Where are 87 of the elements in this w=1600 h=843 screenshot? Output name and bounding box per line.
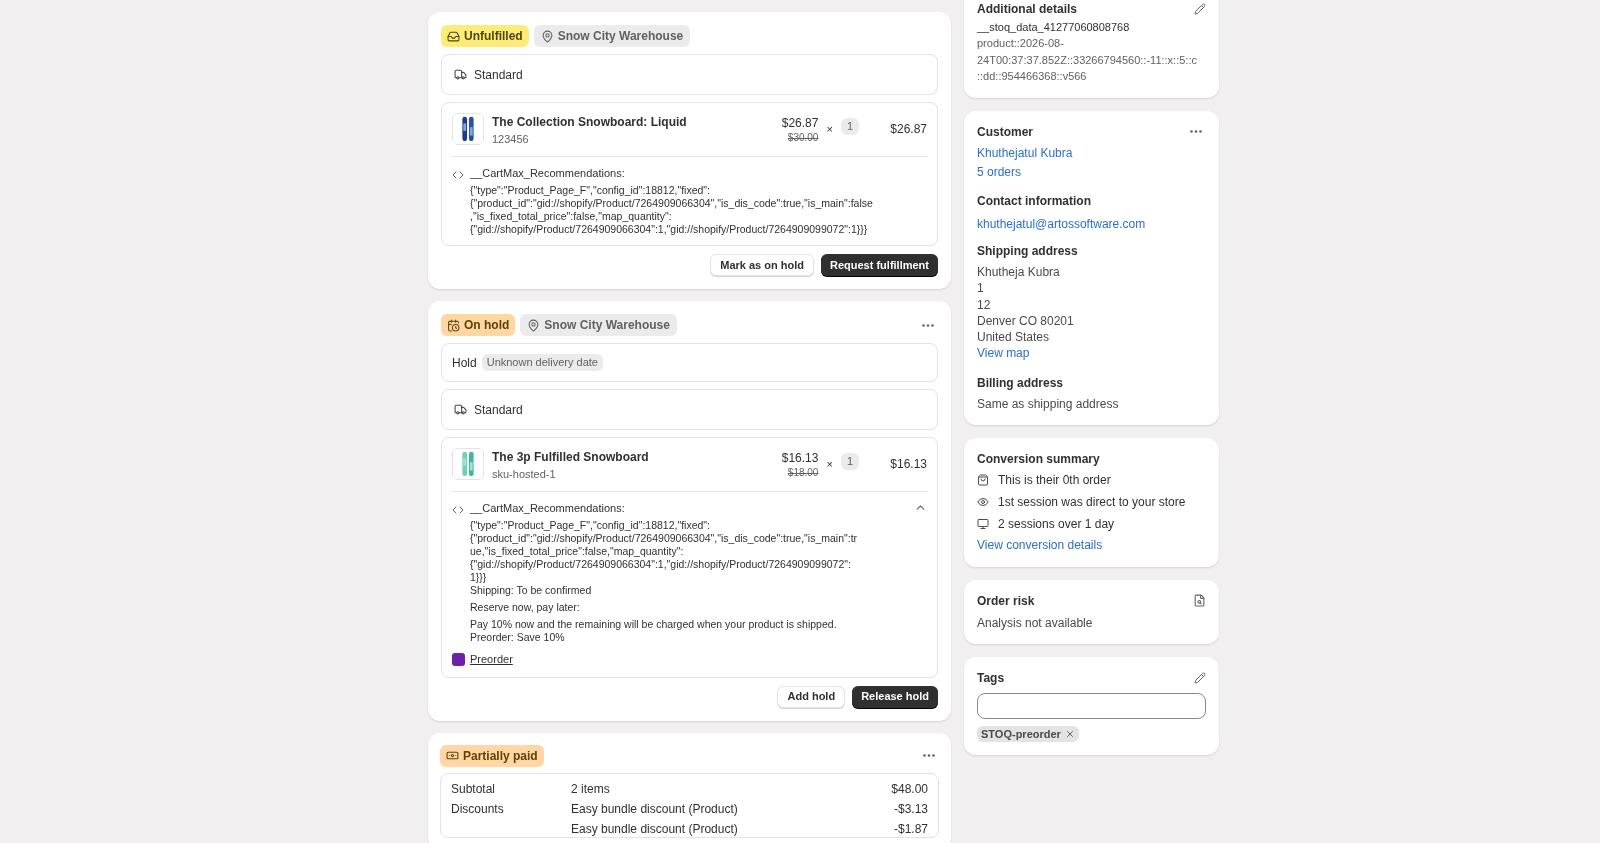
product-title[interactable]: The 3p Fulfilled Snowboard	[492, 448, 774, 466]
summary-label: Discounts	[451, 800, 505, 817]
conversion-details-link[interactable]: View conversion details	[977, 537, 1206, 554]
delivery-method: Standard	[474, 66, 523, 84]
truck-icon	[454, 68, 467, 81]
edit-button[interactable]	[1194, 672, 1206, 685]
section-heading: Billing address	[977, 375, 1065, 391]
truck-icon	[454, 403, 467, 416]
edit-button[interactable]	[1194, 3, 1206, 15]
shipping-address: Khutheja Kubra 1 12 Denver CO 80201 United States	[977, 264, 1075, 346]
delivery-method: Standard	[474, 401, 523, 419]
ellipsis-icon	[1190, 130, 1202, 133]
code-icon	[452, 169, 464, 181]
property-value: {"type":"Product_Page_F","config_id":18812,"fixed": {"product_id":"gid://shopify/Product/7264909066304","is_dis_code":true,"is_main":tr ue,"is_fixed_total_price":false,"map_quantity": {"gid://shopify/Product/7264909066304":1,"gid://shopify/Product/7264909099072": 1}}} Shipping: To be confirmed	[470, 519, 859, 597]
summary-label: Subtotal	[451, 780, 497, 797]
unit-price: $16.13	[781, 450, 819, 466]
monitor-icon	[977, 518, 989, 531]
summary-description: Easy bundle discount (Product)	[571, 820, 739, 837]
summary-amount: -$1.87	[893, 820, 928, 837]
property-key: __CartMax_Recommendations:	[470, 501, 908, 515]
app-link[interactable]: Preorder	[470, 651, 513, 668]
conversion-text: 2 sessions over 1 day	[998, 516, 1115, 533]
risk-text: Analysis not available	[977, 615, 1094, 632]
section-heading: Customer	[977, 123, 1033, 140]
property-value: {"type":"Product_Page_F","config_id":18812,"fixed": {"product_id":"gid://shopify/Product/7264909066304","is_dis_code":true,"is_main":false ,"is_fixed_total_price":false,"map_quantity": {"gid://shopify/Product/7264909066304":1,"gid://shopify/Product/7264909099072":1}}}	[470, 184, 874, 236]
quantity-badge: 1	[840, 118, 859, 135]
action-button[interactable]: Release hold	[852, 685, 938, 708]
line-total: $16.13	[889, 456, 927, 473]
line-total: $26.87	[889, 121, 927, 138]
multiply-sign: ×	[826, 122, 833, 137]
section-heading: Contact information	[977, 192, 1092, 209]
section-heading: Conversion summary	[977, 451, 1101, 468]
summary-amount: -$3.13	[893, 800, 928, 817]
eye-icon	[977, 496, 989, 509]
code-icon	[452, 504, 464, 516]
hold-label: Hold	[452, 354, 477, 372]
location-pin-icon	[527, 318, 541, 332]
section-heading: Tags	[977, 670, 1005, 687]
section-heading: Shipping address	[977, 243, 1079, 259]
app-logo-icon	[452, 652, 465, 666]
banknote-icon	[446, 749, 459, 762]
ellipsis-icon	[922, 323, 934, 327]
location-pin-icon	[540, 29, 554, 43]
summary-description: Easy bundle discount (Product)	[571, 800, 739, 817]
quantity-badge: 1	[840, 453, 859, 470]
location-badge: Snow City Warehouse	[533, 25, 691, 47]
ellipsis-icon	[923, 754, 935, 757]
tags-input-field[interactable]	[977, 693, 1206, 720]
compare-price: $18.00	[787, 466, 819, 480]
bag-icon	[977, 474, 989, 487]
action-button[interactable]: Mark as on hold	[710, 254, 814, 276]
compare-price: $30.00	[787, 131, 819, 145]
email-link[interactable]: khuthejatul@artossoftware.com	[977, 215, 1206, 232]
property-note: Pay 10% now and the remaining will be charged when your product is shipped. Preorder: Save 10%	[470, 618, 838, 644]
product-title[interactable]: The Collection Snowboard: Liquid	[492, 113, 774, 131]
location-badge: Snow City Warehouse	[520, 314, 677, 336]
section-heading: Additional details	[977, 1, 1077, 17]
unit-price: $26.87	[781, 115, 819, 131]
inbox-icon	[447, 29, 460, 43]
property-note: Reserve now, pay later:	[470, 601, 581, 614]
view-map-link[interactable]: View map	[977, 345, 1206, 362]
action-button[interactable]: Add hold	[777, 685, 846, 708]
conversion-text: This is their 0th order	[998, 472, 1111, 489]
summary-amount: $48.00	[891, 780, 928, 797]
status-badge: Unfulfilled	[441, 25, 529, 47]
pencil-icon	[1194, 3, 1206, 15]
remove-tag-icon[interactable]	[1064, 729, 1075, 740]
delivery-date-badge: Unknown delivery date	[481, 354, 603, 371]
report-search-icon	[1193, 594, 1206, 608]
action-button[interactable]: Request fulfillment	[821, 254, 938, 276]
customer-name-link[interactable]: Khuthejatul Kubra	[977, 144, 1206, 161]
product-sku: sku-hosted-1	[492, 467, 557, 482]
conversion-text: 1st session was direct to your store	[998, 494, 1186, 511]
orders-link[interactable]: 5 orders	[977, 164, 1206, 181]
detail-key: __stoq_data_41277060808768	[977, 19, 1206, 35]
property-key: __CartMax_Recommendations:	[470, 166, 927, 180]
tag-chip: STOQ-preorder	[977, 726, 1079, 743]
status-badge: On hold	[441, 314, 516, 336]
status-badge: Partially paid	[440, 744, 544, 767]
multiply-sign: ×	[826, 457, 833, 472]
section-heading: Order risk	[977, 593, 1035, 609]
product-sku: 123456	[492, 132, 530, 147]
summary-description: 2 items	[571, 780, 611, 797]
calendar-clock-icon	[447, 318, 460, 332]
pencil-icon	[1194, 672, 1206, 685]
billing-address: Same as shipping address	[977, 396, 1120, 413]
detail-value: product::2026-08- 24T00:37:37.852Z::33266794560::-11::x::5::c ::dd::954466368::v566	[977, 36, 1198, 84]
